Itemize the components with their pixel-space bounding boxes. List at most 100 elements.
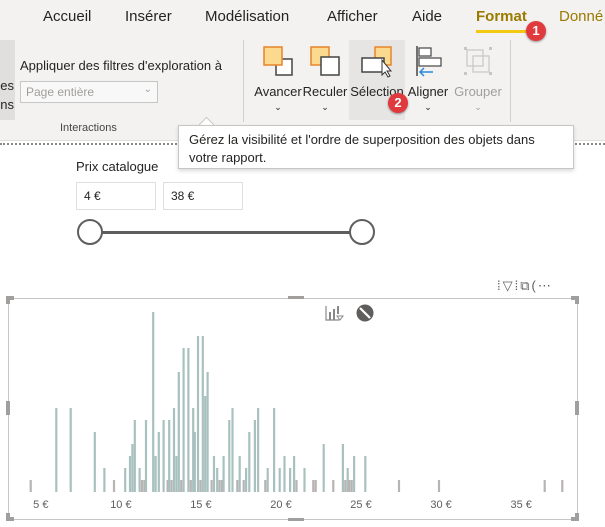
histogram-bar[interactable] [295,480,298,492]
histogram-bar[interactable] [177,372,180,492]
bring-forward-button[interactable]: Avancer ⌄ [250,40,306,120]
histogram-bar[interactable] [344,480,347,492]
tab-donnees[interactable]: Donné [559,8,603,25]
left-button-label-line2: ns [0,97,14,112]
histogram-bar[interactable] [293,456,296,492]
histogram-bar[interactable] [175,456,178,492]
histogram-bar[interactable] [332,480,335,492]
histogram-bar[interactable] [93,432,96,492]
histogram-bar[interactable] [312,480,315,492]
histogram-bar[interactable] [168,420,171,492]
histogram-bar[interactable] [231,408,234,492]
histogram-bar[interactable] [124,468,127,492]
histogram-bar[interactable] [283,456,286,492]
align-button[interactable]: Aligner ⌄ [405,40,451,120]
histogram-bar[interactable] [278,468,281,492]
x-tick-label: 20 € [270,499,291,511]
selection-pane-icon [361,46,393,78]
histogram-bar[interactable] [245,468,248,492]
active-tab-indicator [476,30,526,33]
histogram-bar[interactable] [199,480,202,492]
slicer-min-input[interactable]: 4 € [76,182,156,210]
histogram-bar[interactable] [238,456,241,492]
chevron-down-icon: ⌄ [143,84,152,95]
slicer-max-input[interactable]: 38 € [163,182,243,210]
histogram-bar[interactable] [350,480,353,492]
tab-afficher[interactable]: Afficher [327,8,378,25]
histogram-bar[interactable] [264,480,267,492]
ribbon-left-button-partial[interactable]: es ns [0,40,15,120]
histogram-bar[interactable] [29,480,32,492]
tab-format[interactable]: Format [476,8,527,25]
histogram-bar[interactable] [253,420,256,492]
histogram-bar[interactable] [154,456,157,492]
histogram-bar[interactable] [210,480,213,492]
group-icon [464,47,492,75]
histogram-bar[interactable] [222,456,225,492]
histogram-bar[interactable] [242,480,245,492]
histogram-bar[interactable] [314,480,317,492]
histogram-bar[interactable] [561,480,564,492]
histogram-bar[interactable] [162,420,165,492]
histogram-bar[interactable] [236,480,239,492]
histogram-bar[interactable] [180,480,183,492]
slicer-min-handle[interactable] [77,219,103,245]
histogram-bar[interactable] [193,432,196,492]
histogram-bar[interactable] [170,480,173,492]
tab-aide[interactable]: Aide [412,8,442,25]
histogram-bar[interactable] [144,420,148,492]
tooltip-line-1: Gérez la visibilité et l'ordre de superp… [189,132,535,147]
histogram-bar[interactable] [248,432,251,492]
histogram-bar[interactable] [201,336,204,492]
histogram-bar[interactable] [206,372,209,492]
histogram-bar[interactable] [397,480,401,492]
histogram-bar[interactable] [212,456,216,492]
histogram-bar[interactable] [273,408,276,492]
histogram-bar[interactable] [187,348,190,492]
histogram-bar[interactable] [364,456,367,492]
send-backward-button[interactable]: Reculer ⌄ [302,40,348,120]
histogram-bar[interactable] [131,444,134,492]
histogram-bar[interactable] [303,468,306,492]
histogram-bar[interactable] [182,348,185,492]
histogram-bar[interactable] [55,408,58,492]
histogram-bar[interactable] [138,468,141,492]
histogram-bar[interactable] [140,480,144,492]
tab-inserer[interactable]: Insérer [125,8,172,25]
histogram-bar[interactable] [289,468,292,492]
histogram-bar[interactable] [133,420,136,492]
group-button[interactable]: Grouper ⌄ [451,40,505,120]
histogram-bar[interactable] [69,408,72,492]
histogram-bar[interactable] [218,480,221,492]
histogram-bar[interactable] [266,468,269,492]
interactions-group-label: Interactions [60,122,117,134]
tab-modelisation[interactable]: Modélisation [205,8,289,25]
histogram-bar[interactable] [204,396,207,492]
more-options-icon[interactable]: ⋯ [538,278,553,293]
histogram-bar[interactable] [543,480,546,492]
tab-accueil[interactable]: Accueil [43,8,91,25]
histogram-bar[interactable] [112,480,116,492]
slicer-track[interactable] [90,231,362,234]
histogram-bar[interactable] [172,408,176,492]
histogram-bar[interactable] [348,480,351,492]
histogram-bar[interactable] [189,480,192,492]
histogram-bar[interactable] [103,468,106,492]
histogram-bar[interactable] [128,456,132,492]
histogram-bar[interactable] [322,444,325,492]
histogram-bar[interactable] [257,408,260,492]
histogram-bar[interactable] [341,444,344,492]
annotation-badge-2: 2 [388,93,408,113]
histogram-bar[interactable] [157,432,160,492]
slicer-max-handle[interactable] [349,219,375,245]
histogram-bar[interactable] [152,312,155,492]
focus-mode-icon[interactable]: ⧉ [520,278,531,293]
histogram-bar[interactable] [216,468,219,492]
histogram-bar[interactable] [353,456,356,492]
send-backward-label: Reculer [302,84,348,99]
drill-filter-select[interactable]: Page entière ⌄ [20,81,158,103]
filter-icon[interactable]: ▽ [503,278,515,293]
histogram-bar[interactable] [196,336,200,492]
histogram-bar[interactable] [437,480,441,492]
histogram-bar[interactable] [228,420,231,492]
